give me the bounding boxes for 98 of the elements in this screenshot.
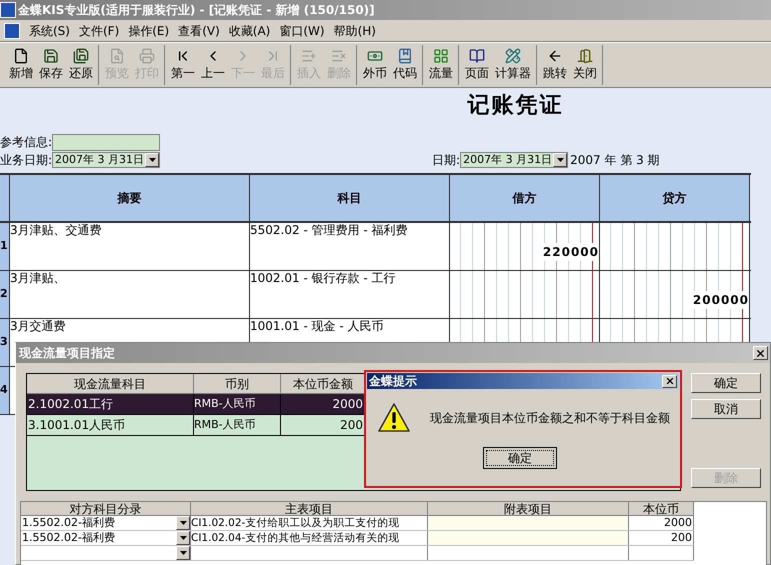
table-cell: 2000 bbox=[629, 516, 694, 530]
dropdown-button[interactable] bbox=[176, 531, 190, 545]
grid-icon bbox=[433, 48, 449, 64]
column-header: 附表项目 bbox=[428, 502, 629, 516]
column-header: 借方 bbox=[450, 175, 600, 221]
file-search-icon bbox=[109, 48, 125, 64]
caret-icon bbox=[180, 536, 186, 540]
grid-row[interactable]: 3.1001.01人民币 RMB-人民币 200 bbox=[27, 415, 366, 436]
close-button[interactable] bbox=[662, 374, 677, 388]
alert-title: 金蝶提示 bbox=[369, 373, 417, 390]
ruler-pencil-icon bbox=[505, 48, 521, 64]
table-cell: 3月津贴、交通费 bbox=[10, 223, 250, 270]
close-icon bbox=[664, 376, 674, 386]
menu-item[interactable]: 查看(V) bbox=[178, 22, 220, 40]
toolbar-button[interactable]: 页面 bbox=[462, 48, 492, 82]
reference-label: 参考信息: bbox=[0, 134, 52, 151]
delete-row-icon bbox=[331, 48, 347, 64]
window-title: 金蝶KIS专业版(适用于服装行业) - [记账凭证 - 新增 (150/150)] bbox=[18, 2, 375, 19]
toolbar-button[interactable]: 上一 bbox=[198, 48, 228, 82]
reference-field[interactable] bbox=[52, 134, 160, 150]
date-value: 2007年 3 月31日 bbox=[463, 153, 554, 167]
printer-icon bbox=[139, 48, 155, 64]
close-button[interactable] bbox=[753, 346, 768, 360]
column-header: 科目 bbox=[250, 175, 450, 221]
amount-text: 220000 bbox=[542, 243, 599, 261]
row-number: 2 bbox=[0, 271, 10, 318]
insert-row-icon bbox=[301, 48, 317, 64]
caret-icon bbox=[556, 158, 564, 162]
toolbar-button[interactable]: 关闭 bbox=[570, 48, 600, 82]
dropdown-button[interactable] bbox=[145, 153, 160, 167]
menu-item[interactable]: 操作(E) bbox=[128, 22, 170, 40]
column-header: 主表项目 bbox=[191, 502, 428, 516]
date-field[interactable]: 2007年 3 月31日 bbox=[52, 152, 160, 168]
account-value: 1.5502.02-福利费 bbox=[22, 516, 115, 530]
dropdown-button[interactable] bbox=[553, 153, 568, 167]
row-number: 3 bbox=[0, 319, 10, 366]
table-cell: 2.1002.01工行 bbox=[27, 394, 194, 414]
column-header: 对方科目分录 bbox=[21, 502, 191, 516]
column-header: 贷方 bbox=[600, 175, 750, 221]
file-icon bbox=[13, 48, 29, 64]
ok-button[interactable]: 确定 bbox=[483, 447, 557, 469]
dropdown-button[interactable] bbox=[176, 516, 190, 530]
account-dropdown[interactable]: 1.5502.02-福利费 bbox=[21, 516, 191, 530]
dialog-button[interactable]: 确定 bbox=[691, 373, 761, 393]
app-logo-icon bbox=[4, 22, 20, 38]
caret-icon bbox=[180, 551, 186, 555]
table-cell: 3.1001.01人民币 bbox=[27, 415, 194, 435]
table-cell: 5502.02 - 管理费用 - 福利费 bbox=[250, 223, 450, 270]
alert-message: 现金流量项目本位币金额之和不等于科目金额 bbox=[430, 410, 670, 427]
row-number: 1 bbox=[0, 223, 10, 270]
grid-row[interactable]: 2.1002.01工行 RMB-人民币 2000 bbox=[27, 394, 366, 415]
toolbar-button[interactable]: 计算器 bbox=[492, 48, 534, 82]
table-cell: 3月津贴、 bbox=[10, 271, 250, 318]
toolbar-button[interactable]: 外币 bbox=[360, 48, 390, 82]
toolbar-button[interactable]: 新增 bbox=[6, 48, 36, 82]
menu-item[interactable]: 收藏(A) bbox=[228, 22, 270, 40]
dialog-title: 现金流量项目指定 bbox=[19, 345, 115, 362]
toolbar-button[interactable]: 还原 bbox=[66, 48, 96, 82]
account-value: 1.5502.02-福利费 bbox=[22, 531, 115, 545]
menu-item[interactable]: 帮助(H) bbox=[334, 22, 376, 40]
toolbar-button[interactable]: 保存 bbox=[36, 48, 66, 82]
app-logo-icon bbox=[0, 2, 16, 18]
open-book-icon bbox=[469, 48, 485, 64]
date-value: 2007年 3 月31日 bbox=[55, 153, 146, 167]
table-cell: 200 bbox=[629, 531, 694, 545]
date-label: 日期: bbox=[432, 152, 460, 169]
save-icon bbox=[43, 48, 59, 64]
close-icon bbox=[755, 348, 766, 358]
menu-item[interactable]: 窗口(W) bbox=[279, 22, 325, 40]
amount-text: 200000 bbox=[692, 291, 749, 309]
dialog-button[interactable]: 取消 bbox=[691, 399, 761, 419]
warning-icon bbox=[378, 403, 410, 433]
toolbar-button[interactable]: 代码 bbox=[390, 48, 420, 82]
date-field[interactable]: 2007年 3 月31日 bbox=[460, 152, 568, 168]
business-date-label: 业务日期: bbox=[0, 152, 52, 169]
caret-icon bbox=[148, 158, 156, 162]
menu-item[interactable]: 文件(F) bbox=[78, 22, 120, 40]
column-header: 本位币金额 bbox=[281, 374, 366, 394]
column-header: 币别 bbox=[194, 374, 281, 394]
save-all-icon bbox=[73, 48, 89, 64]
table-cell: 1002.01 - 银行存款 - 工行 bbox=[250, 271, 450, 318]
row-number: 4 bbox=[0, 367, 10, 414]
door-icon bbox=[577, 48, 593, 64]
column-header: 本位币 bbox=[629, 502, 694, 516]
toolbar-button[interactable]: 跳转 bbox=[540, 48, 570, 82]
column-header: 现金流量科目 bbox=[27, 374, 194, 394]
column-header: 摘要 bbox=[10, 175, 250, 221]
book-icon bbox=[397, 48, 413, 64]
voucher-title: 记账凭证 bbox=[468, 91, 564, 118]
menu-item[interactable]: 系统(S) bbox=[29, 22, 70, 40]
table-cell: RMB-人民币 bbox=[194, 415, 281, 435]
toolbar-button[interactable]: 第一 bbox=[168, 48, 198, 82]
dropdown-button[interactable] bbox=[176, 546, 190, 560]
table-cell: RMB-人民币 bbox=[194, 394, 281, 414]
account-dropdown[interactable]: 1.5502.02-福利费 bbox=[21, 531, 191, 545]
toolbar-button[interactable]: 流量 bbox=[426, 48, 456, 82]
period-text: 2007 年 第 3 期 bbox=[570, 152, 660, 169]
caret-icon bbox=[180, 521, 186, 525]
